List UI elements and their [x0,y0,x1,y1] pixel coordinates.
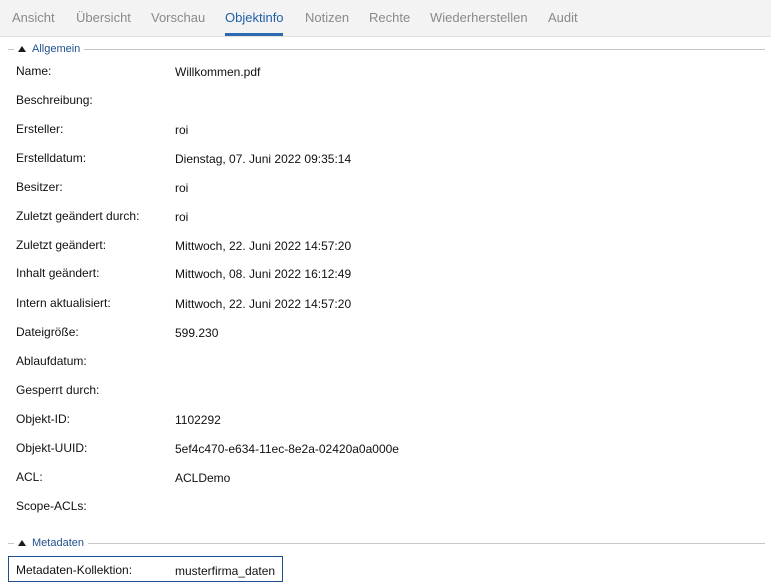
field-besitzer: Besitzer: roi [16,180,756,198]
field-label: Beschreibung: [16,93,93,107]
field-inhalt-geaendert: Inhalt geändert: Mittwoch, 08. Juni 2022… [16,266,756,284]
tab-vorschau[interactable]: Vorschau [151,10,205,25]
field-label: Dateigröße: [16,325,79,339]
field-objekt-uuid: Objekt-UUID: 5ef4c470-e634-11ec-8e2a-024… [16,441,756,459]
metadata-collection-row[interactable]: Metadaten-Kollektion: musterfirma_daten [8,556,283,582]
section-general-toggle[interactable]: Allgemein [14,43,85,55]
tab-rechte[interactable]: Rechte [369,10,410,25]
field-label: Objekt-ID: [16,412,71,426]
tab-bar: Ansicht Übersicht Vorschau Objektinfo No… [0,0,771,37]
caret-up-icon [18,46,26,52]
tab-audit[interactable]: Audit [548,10,578,25]
field-label: ACL: [16,470,43,484]
section-metadata-toggle[interactable]: Metadaten [14,537,88,549]
tab-objektinfo[interactable]: Objektinfo [225,10,284,25]
section-divider [8,49,765,50]
active-tab-indicator [225,33,283,36]
field-value: 599.230 [175,326,219,340]
field-value: roi [175,123,189,137]
field-label: Name: [16,64,52,78]
metadata-collection-label: Metadaten-Kollektion: [16,563,133,577]
section-general-title: Allgemein [32,43,81,55]
caret-up-icon [18,540,26,546]
field-value: 5ef4c470-e634-11ec-8e2a-02420a0a000e [175,442,399,456]
field-objekt-id: Objekt-ID: 1102292 [16,412,756,430]
tab-notizen[interactable]: Notizen [305,10,349,25]
field-erstelldatum: Erstelldatum: Dienstag, 07. Juni 2022 09… [16,151,756,169]
field-ersteller: Ersteller: roi [16,122,756,140]
field-value: Mittwoch, 22. Juni 2022 14:57:20 [175,297,352,311]
field-label: Erstelldatum: [16,151,87,165]
field-value: Dienstag, 07. Juni 2022 09:35:14 [175,152,352,166]
tab-ansicht[interactable]: Ansicht [12,10,55,25]
field-label: Besitzer: [16,180,63,194]
field-label: Ablaufdatum: [16,354,87,368]
section-general-header: Allgemein [8,43,765,57]
field-value: 1102292 [175,413,221,427]
section-metadata-title: Metadaten [32,537,84,549]
field-value: roi [175,210,189,224]
field-value: ACLDemo [175,471,231,485]
tab-wiederherstellen[interactable]: Wiederherstellen [430,10,528,25]
field-label: Zuletzt geändert durch: [16,209,140,223]
field-value: Willkommen.pdf [175,65,261,79]
field-label: Inhalt geändert: [16,266,100,280]
field-dateigroesse: Dateigröße: 599.230 [16,325,756,343]
field-value: Mittwoch, 22. Juni 2022 14:57:20 [175,239,352,253]
field-gesperrt-durch: Gesperrt durch: [16,383,756,401]
field-label: Objekt-UUID: [16,441,88,455]
field-value: roi [175,181,189,195]
field-label: Scope-ACLs: [16,499,87,513]
field-intern-aktualisiert: Intern aktualisiert: Mittwoch, 22. Juni … [16,296,756,314]
section-divider [8,543,765,544]
field-beschreibung: Beschreibung: [16,93,756,111]
field-zuletzt-geaendert-durch: Zuletzt geändert durch: roi [16,209,756,227]
field-label: Ersteller: [16,122,64,136]
field-label: Zuletzt geändert: [16,238,107,252]
field-acl: ACL: ACLDemo [16,470,756,488]
field-label: Intern aktualisiert: [16,296,111,310]
field-value: Mittwoch, 08. Juni 2022 16:12:49 [175,267,352,281]
field-ablaufdatum: Ablaufdatum: [16,354,756,372]
field-name: Name: Willkommen.pdf [16,64,756,82]
section-metadata-header: Metadaten [8,537,765,551]
metadata-collection-value: musterfirma_daten [175,564,276,578]
field-zuletzt-geaendert: Zuletzt geändert: Mittwoch, 22. Juni 202… [16,238,756,256]
tab-uebersicht[interactable]: Übersicht [76,10,131,25]
field-scope-acls: Scope-ACLs: [16,499,756,517]
field-label: Gesperrt durch: [16,383,100,397]
